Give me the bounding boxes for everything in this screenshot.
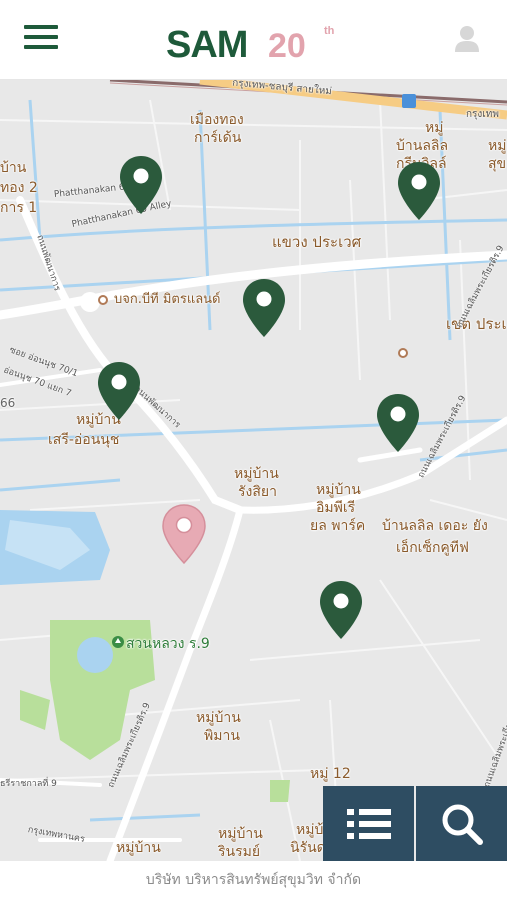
map-label: หมู่บ้าน [196, 710, 241, 726]
map-label: หมู่ 12 [310, 766, 351, 782]
map-label: หมู่บ้าน [218, 826, 263, 842]
map-label: การ์เด้น [194, 130, 242, 146]
map-label: อิมพีเรี [316, 500, 356, 516]
map-label: หมู่ [488, 138, 507, 154]
property-pin[interactable] [319, 580, 363, 640]
search-button[interactable] [416, 786, 507, 861]
selected-location-pin[interactable] [162, 504, 206, 564]
map-label: บ้าน [0, 160, 27, 176]
footer-company-name: บริษัท บริหารสินทรัพย์สุขุมวิท จำกัด [0, 861, 507, 900]
property-pin[interactable] [397, 161, 441, 221]
poi-dot-icon [98, 295, 108, 305]
property-pin[interactable] [242, 278, 286, 338]
map-label: เมืองทอง [190, 112, 244, 128]
map-label: หมู่บ้าน [116, 840, 161, 856]
map-label: เอ็กเซ็กคูทีฟ [396, 540, 469, 556]
app-root: SAM 20 th กรุงเทพ-ชลบุรี สายใหม่ กรุงเทพ… [0, 0, 507, 900]
map-label: บ้านลลิล [396, 138, 449, 154]
map-label: นิรันด [290, 840, 326, 856]
svg-text:SAM: SAM [166, 24, 247, 64]
park-label: สวนหลวง ร.9 [126, 636, 210, 652]
map-label: หมู่บ้าน [234, 466, 279, 482]
map-label: 66 [0, 396, 16, 410]
sam-20th-logo: SAM 20 th [166, 24, 335, 64]
park-tree-icon [112, 636, 124, 648]
map-label: การ 1 [0, 200, 38, 216]
hamburger-menu-icon[interactable] [24, 25, 58, 51]
user-icon[interactable] [452, 24, 482, 54]
map-label: ทอง 2 [0, 180, 38, 196]
map-label: พิมาน [204, 728, 240, 744]
poi-dot-icon [398, 348, 408, 358]
map-label: รินรมย์ [218, 844, 261, 860]
search-icon [442, 804, 483, 845]
map-label: หมู่ [425, 120, 444, 136]
svg-text:th: th [324, 25, 335, 37]
property-pin[interactable] [97, 361, 141, 421]
map-view[interactable]: กรุงเทพ-ชลบุรี สายใหม่ กรุงเทพ เมืองทอง … [0, 80, 507, 861]
road-label: ธรีราชกาลที่ 9 [0, 779, 57, 789]
app-header: SAM 20 th [0, 0, 507, 80]
map-label: รังสิยา [238, 484, 277, 500]
map-label: ยล พาร์ค [310, 518, 366, 534]
map-label: กรุงเทพ [466, 109, 499, 120]
map-label: สุข [488, 156, 507, 172]
map-label: บจก.บีที มิตรแลนด์ [114, 292, 221, 307]
map-label: หมู่บ้าน [316, 482, 361, 498]
map-label: เสรี-อ่อนนุช [48, 432, 120, 448]
svg-text:20: 20 [268, 27, 306, 64]
map-label: บ้านลลิล เดอะ ยัง [382, 518, 488, 534]
map-label: แขวง ประเวศ [272, 233, 362, 251]
property-pin[interactable] [119, 155, 163, 215]
list-view-button[interactable] [323, 786, 414, 861]
list-icon [346, 808, 391, 839]
property-pin[interactable] [376, 393, 420, 453]
